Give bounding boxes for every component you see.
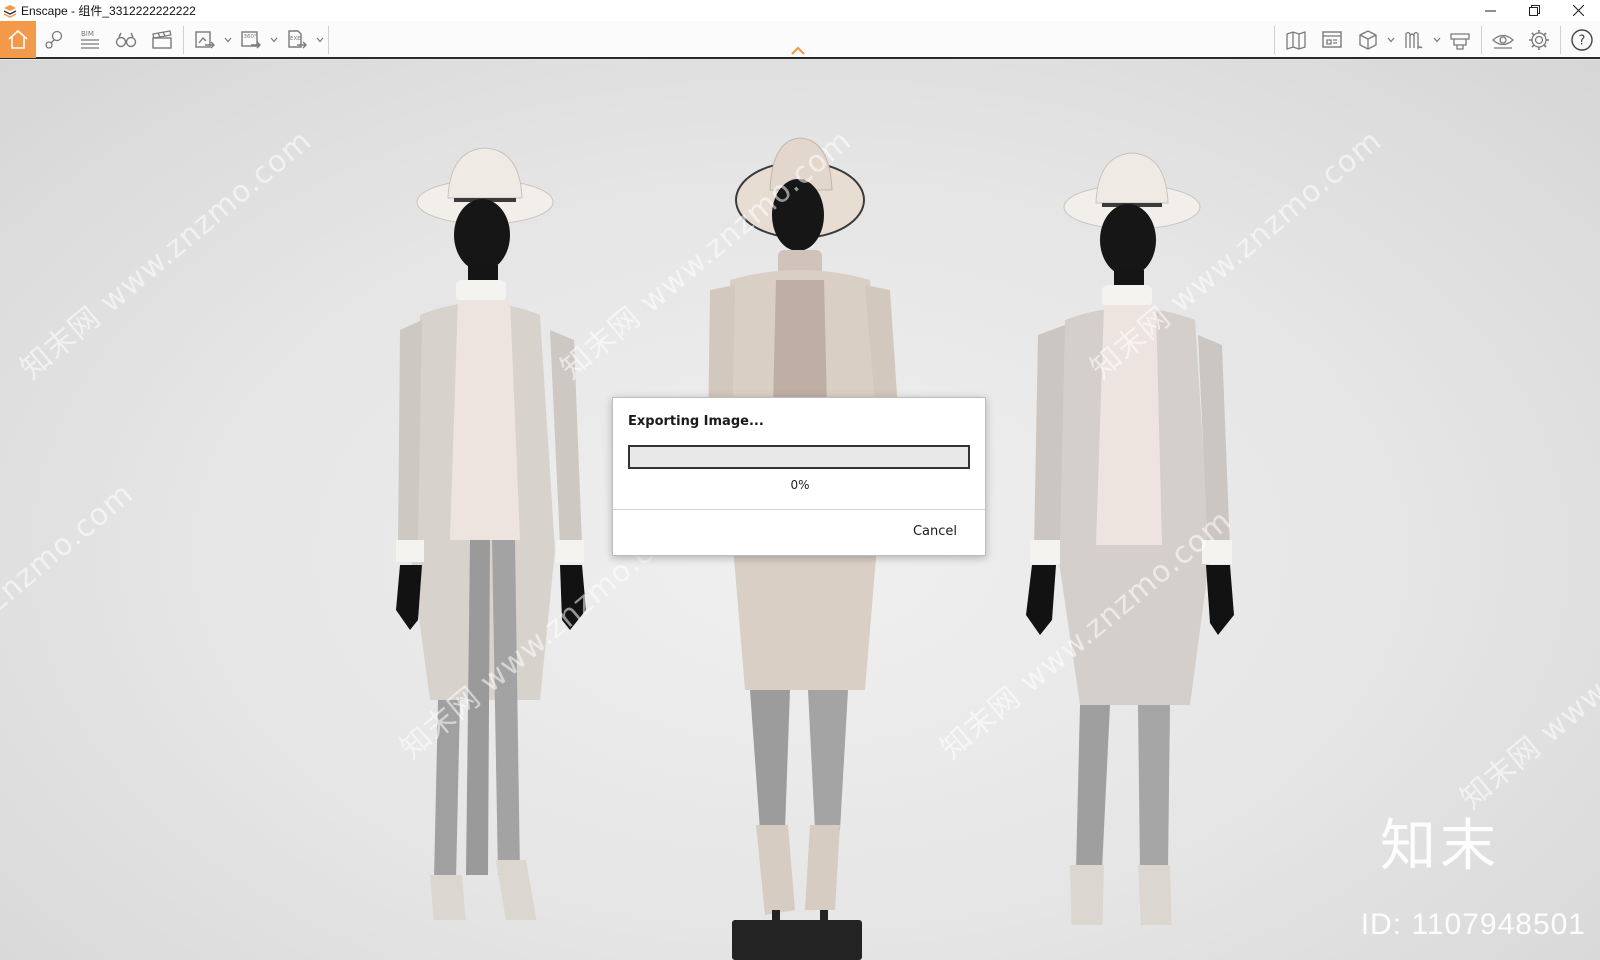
watermark-text: 知末网 www.znzmo.com [1454,552,1600,817]
asset-library-button[interactable] [1314,21,1350,58]
bim-label: BIM [81,30,94,38]
toolbar-separator [183,25,184,54]
dialog-divider [613,509,985,510]
render-image-dropdown[interactable] [223,21,233,58]
help-label: ? [1579,33,1586,48]
visual-settings-button[interactable] [1485,21,1521,58]
video-editor-button[interactable] [144,21,180,58]
chevron-down-icon [1433,37,1441,42]
render-image-button[interactable] [187,21,223,58]
window-title: Enscape - 组件_3312222222222 [21,4,196,18]
toolbar-left-group: BIM 360° EXE [0,21,332,58]
export-button[interactable]: EXE [279,21,315,58]
bim-icon: BIM [81,30,99,49]
panorama-button[interactable]: 360° [233,21,269,58]
chevron-down-icon [270,37,278,42]
export-label: EXE [290,36,301,42]
capture-button[interactable] [1442,21,1478,58]
collapse-toolbar-chevron-up-icon[interactable] [790,44,806,56]
image-id-text: ID: 1107948501 [1360,908,1586,941]
close-button[interactable] [1556,0,1600,21]
restore-icon [1528,5,1540,16]
clapperboard-icon [152,29,172,49]
toolbar-right-group: ? [1271,21,1600,58]
toolbar-separator [1481,25,1482,54]
export-progress-bar [628,445,970,469]
dialog-title: Exporting Image... [628,414,764,429]
walk-mode-button[interactable] [108,21,144,58]
materials-dropdown[interactable] [1432,21,1442,58]
bim-button[interactable]: BIM [72,21,108,58]
toolbar-separator [1560,25,1561,54]
toolbar-separator [328,25,329,54]
map-icon [1286,30,1306,50]
minimize-icon [1484,10,1496,12]
home-button[interactable] [0,21,36,58]
binoculars-icon [115,32,137,47]
map-button[interactable] [1278,21,1314,58]
restore-button[interactable] [1512,0,1556,21]
brand-logo-text: 知末 [1380,814,1500,879]
export-progress-dialog: Exporting Image... 0% Cancel [612,397,986,556]
watermark-text: 知末网 www.znzmo.com [14,122,319,387]
help-icon: ? [1571,28,1593,51]
progress-percent-label: 0% [790,478,810,492]
eye-icon [1492,34,1514,49]
chevron-down-icon [316,37,324,42]
title-bar: Enscape - 组件_3312222222222 [0,0,1600,21]
minimize-button[interactable] [1468,0,1512,21]
settings-button[interactable] [1521,21,1557,58]
materials-icon [1405,31,1423,50]
enscape-logo-icon [3,4,17,18]
panorama-360-icon: 360° [241,30,261,48]
help-button[interactable]: ? [1564,21,1600,58]
export-exe-icon: EXE [288,29,307,48]
panorama-label: 360° [244,34,257,40]
view-cube-dropdown[interactable] [1386,21,1396,58]
panorama-dropdown[interactable] [269,21,279,58]
cancel-button[interactable]: Cancel [913,524,957,539]
mannequin-left [396,147,586,920]
chevron-down-icon [224,37,232,42]
asset-library-icon [1322,30,1342,48]
location-pin-icon [45,30,63,49]
location-button[interactable] [36,21,72,58]
home-icon [8,29,28,49]
settings-gear-icon [1529,29,1549,50]
capture-icon [1450,32,1470,50]
view-cube-button[interactable] [1350,21,1386,58]
toolbar-separator [1274,25,1275,54]
export-dropdown[interactable] [315,21,325,58]
close-icon [1572,5,1584,16]
watermark-text: znzmo.com [0,476,141,619]
render-image-icon [195,30,215,48]
materials-button[interactable] [1396,21,1432,58]
chevron-down-icon [1387,37,1395,42]
cube-icon [1359,29,1377,50]
